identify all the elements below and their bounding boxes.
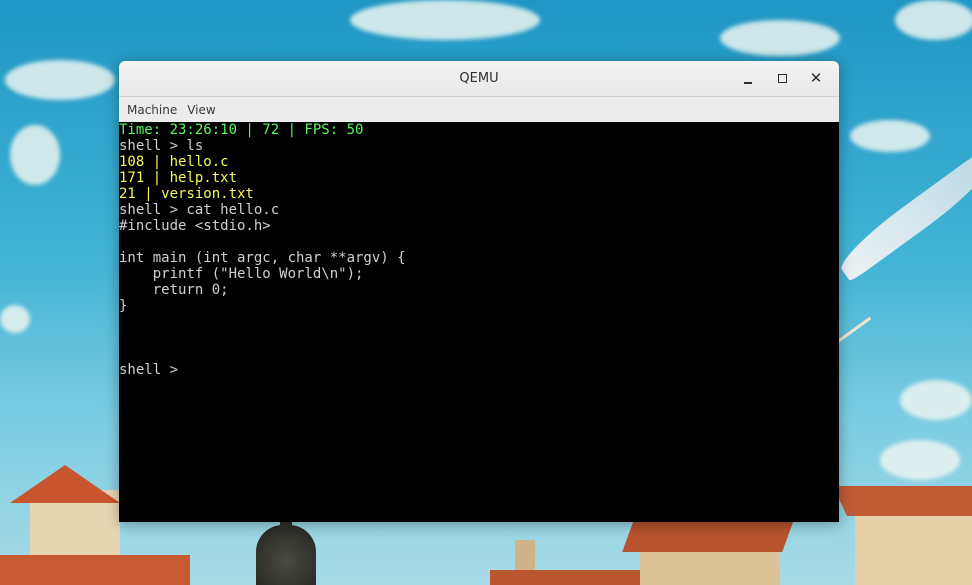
terminal-line: return 0;	[119, 282, 229, 298]
file-listing-line: 108 | hello.c	[119, 154, 229, 170]
minimize-icon	[744, 81, 752, 84]
file-listing-line: 21 | version.txt	[119, 186, 254, 202]
cloud	[350, 0, 540, 40]
feather-illustration	[833, 152, 972, 283]
close-button[interactable]: ✕	[799, 65, 833, 93]
minimize-button[interactable]	[731, 65, 765, 93]
house-illustration	[855, 515, 972, 585]
terminal-line: shell > cat hello.c	[119, 202, 280, 218]
roof-illustration	[0, 555, 190, 585]
maximize-button[interactable]	[765, 65, 799, 93]
cloud	[0, 305, 30, 333]
roof-illustration	[622, 520, 794, 552]
cloud	[850, 120, 930, 152]
shell-prompt[interactable]: shell >	[119, 362, 839, 378]
file-listing-line: 171 | help.txt	[119, 170, 238, 186]
terminal-line: #include <stdio.h>	[119, 218, 271, 234]
cloud	[720, 20, 840, 56]
terminal-screen[interactable]: Time: 23:26:10 | 72 | FPS: 50 shell > ls…	[119, 122, 839, 522]
menu-machine[interactable]: Machine	[122, 103, 182, 117]
close-icon: ✕	[809, 69, 823, 87]
cloud	[900, 380, 972, 420]
terminal-line: shell > ls	[119, 138, 204, 154]
roof-illustration	[833, 486, 972, 516]
qemu-window: QEMU ✕ Machine View Time: 23:26:10 | 72 …	[119, 61, 839, 522]
menu-view[interactable]: View	[182, 103, 220, 117]
feather-quill	[837, 316, 872, 343]
status-line: Time: 23:26:10 | 72 | FPS: 50	[119, 122, 364, 138]
menubar: Machine View	[119, 97, 839, 123]
house-illustration	[640, 550, 780, 585]
cloud	[880, 440, 960, 480]
maximize-icon	[777, 74, 787, 83]
lamp-illustration	[256, 525, 316, 585]
terminal-line: printf ("Hello World\n");	[119, 266, 364, 282]
chimney-illustration	[515, 540, 535, 570]
window-controls: ✕	[731, 61, 833, 96]
roof-illustration	[490, 570, 640, 585]
terminal-line: }	[119, 298, 128, 314]
window-titlebar[interactable]: QEMU ✕	[119, 61, 839, 97]
cloud	[10, 125, 60, 185]
terminal-line: int main (int argc, char **argv) {	[119, 250, 406, 266]
roof-illustration	[10, 465, 120, 503]
cloud	[5, 60, 115, 100]
cloud	[895, 0, 972, 40]
window-title: QEMU	[459, 71, 499, 86]
